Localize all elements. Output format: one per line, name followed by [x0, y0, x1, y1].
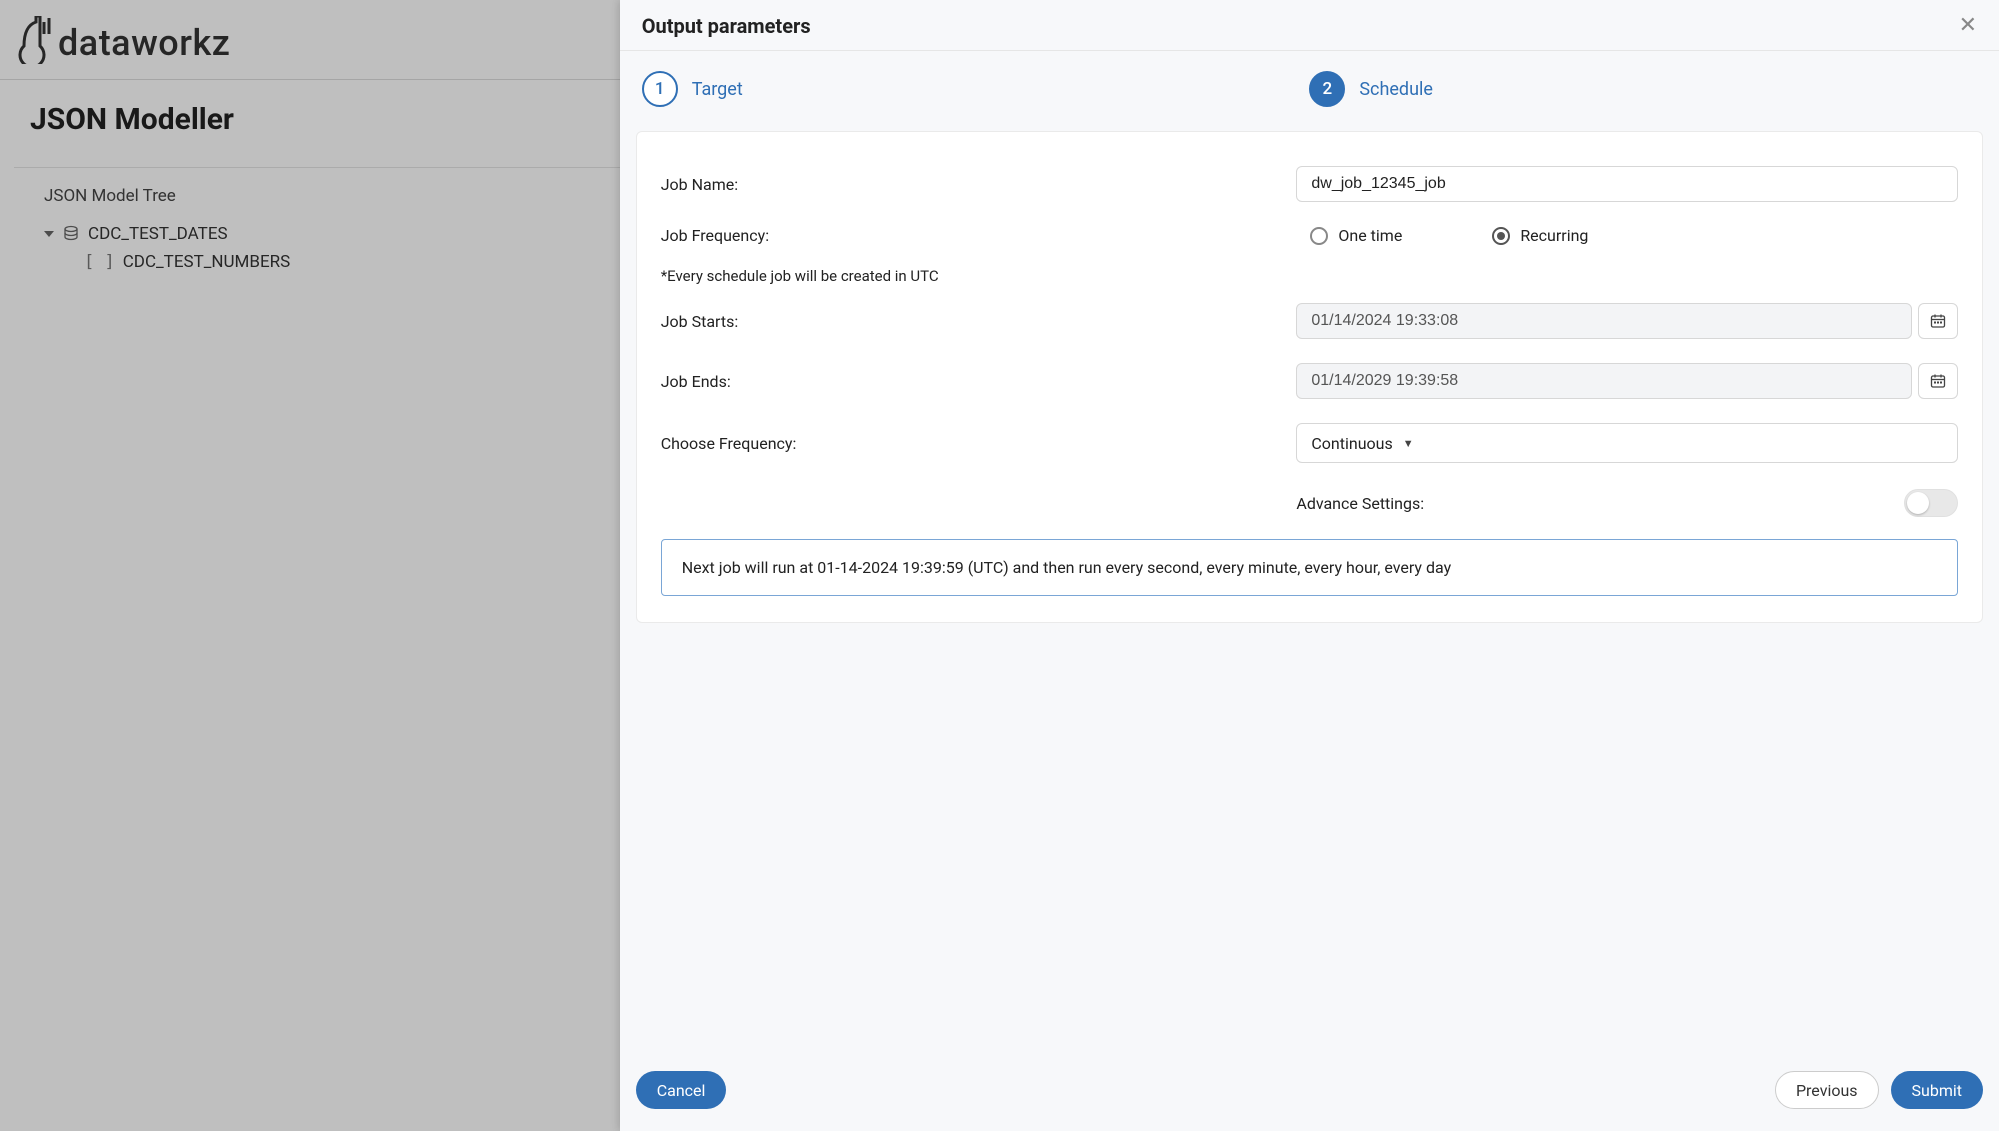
- choose-frequency-select[interactable]: Continuous ▼: [1296, 423, 1958, 463]
- calendar-icon: [1930, 313, 1946, 329]
- output-parameters-panel: Output parameters ✕ 1 Target 2 Schedule …: [620, 0, 1999, 1131]
- row-advance-settings: Advance Settings:: [661, 475, 1958, 521]
- submit-button[interactable]: Submit: [1891, 1071, 1983, 1109]
- job-name-input[interactable]: [1296, 166, 1958, 202]
- next-run-info: Next job will run at 01-14-2024 19:39:59…: [661, 539, 1958, 596]
- label-advance-settings: Advance Settings:: [1296, 494, 1424, 513]
- radio-recurring-label: Recurring: [1520, 226, 1588, 245]
- frequency-radio-group: One time Recurring: [1296, 226, 1958, 245]
- job-starts-calendar-button[interactable]: [1918, 303, 1958, 339]
- row-job-name: Job Name:: [661, 154, 1958, 214]
- row-job-frequency: Job Frequency: One time Recurring: [661, 214, 1958, 257]
- previous-button[interactable]: Previous: [1775, 1071, 1879, 1109]
- schedule-card: Job Name: Job Frequency: One time Recurr…: [636, 131, 1983, 623]
- advance-settings-toggle[interactable]: [1904, 489, 1958, 517]
- choose-frequency-value: Continuous: [1311, 434, 1392, 453]
- label-job-ends: Job Ends:: [661, 372, 1297, 391]
- row-choose-frequency: Choose Frequency: Continuous ▼: [661, 411, 1958, 475]
- cancel-button-label: Cancel: [657, 1081, 706, 1100]
- radio-one-time-label: One time: [1338, 226, 1402, 245]
- radio-icon: [1310, 227, 1328, 245]
- label-job-frequency: Job Frequency:: [661, 226, 1297, 245]
- row-job-starts: Job Starts:: [661, 291, 1958, 351]
- toggle-knob: [1907, 492, 1929, 514]
- step-schedule[interactable]: 2 Schedule: [1309, 71, 1977, 107]
- job-ends-calendar-button[interactable]: [1918, 363, 1958, 399]
- label-job-name: Job Name:: [661, 175, 1297, 194]
- label-choose-frequency: Choose Frequency:: [661, 434, 1297, 453]
- step-target-number: 1: [642, 71, 678, 107]
- step-schedule-label: Schedule: [1359, 79, 1433, 100]
- caret-down-icon: ▼: [1403, 437, 1414, 450]
- close-icon[interactable]: ✕: [1959, 15, 1977, 37]
- label-job-starts: Job Starts:: [661, 312, 1297, 331]
- job-starts-input[interactable]: [1296, 303, 1912, 339]
- row-job-ends: Job Ends:: [661, 351, 1958, 411]
- submit-button-label: Submit: [1912, 1081, 1962, 1100]
- step-target[interactable]: 1 Target: [642, 71, 1310, 107]
- utc-note: *Every schedule job will be created in U…: [661, 257, 1958, 291]
- stepper: 1 Target 2 Schedule: [620, 51, 1999, 127]
- radio-recurring[interactable]: Recurring: [1492, 226, 1588, 245]
- cancel-button[interactable]: Cancel: [636, 1071, 727, 1109]
- job-ends-input[interactable]: [1296, 363, 1912, 399]
- radio-icon: [1492, 227, 1510, 245]
- step-schedule-number: 2: [1309, 71, 1345, 107]
- radio-one-time[interactable]: One time: [1310, 226, 1402, 245]
- step-target-label: Target: [692, 79, 743, 100]
- panel-title: Output parameters: [642, 14, 811, 38]
- panel-header: Output parameters ✕: [620, 0, 1999, 51]
- panel-footer: Cancel Previous Submit: [620, 1053, 1999, 1131]
- previous-button-label: Previous: [1796, 1081, 1858, 1100]
- calendar-icon: [1930, 373, 1946, 389]
